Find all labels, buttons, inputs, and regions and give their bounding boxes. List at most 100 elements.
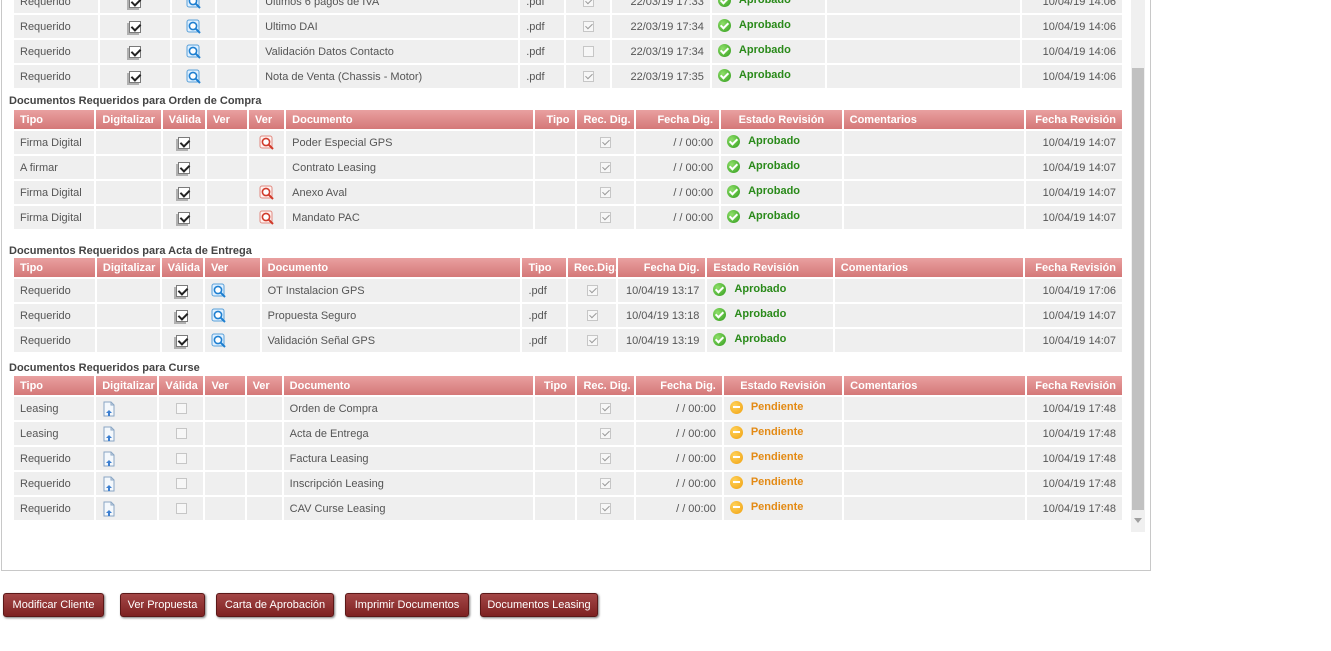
valid-checkbox[interactable] (129, 20, 142, 33)
cell-valida[interactable] (99, 15, 171, 38)
column-header[interactable]: Estado Revisión (721, 110, 842, 129)
column-header[interactable]: Fecha Revisión (1024, 258, 1122, 277)
documentos-leasing-button[interactable]: Documentos Leasing (480, 593, 598, 617)
column-header[interactable]: Comentarios (844, 376, 1025, 395)
valid-checkbox[interactable] (175, 478, 187, 490)
imprimir-documentos-button[interactable]: Imprimir Documentos (345, 593, 469, 617)
valid-checkbox[interactable] (177, 136, 190, 149)
valid-checkbox[interactable] (129, 0, 142, 8)
cell-ver-2[interactable] (249, 181, 285, 204)
column-header[interactable]: Tipo (14, 110, 95, 129)
cell-tipo: Leasing (14, 422, 95, 445)
upload-document-icon[interactable] (102, 451, 116, 466)
vertical-scrollbar[interactable] (1131, 0, 1145, 532)
cell-digitalizar[interactable] (96, 447, 158, 470)
carta-aprobacion-button[interactable]: Carta de Aprobación (216, 593, 334, 617)
cell-valida[interactable] (162, 156, 205, 179)
column-header[interactable]: Tipo (522, 258, 566, 277)
modificar-cliente-button[interactable]: Modificar Cliente (3, 593, 104, 617)
column-header[interactable]: Digitalizar (96, 258, 160, 277)
cell-comentarios (844, 472, 1025, 495)
cell-valida[interactable] (159, 472, 204, 495)
column-header[interactable]: Ver (246, 376, 282, 395)
valid-checkbox[interactable] (177, 211, 190, 224)
column-header[interactable]: Fecha Dig. (618, 258, 706, 277)
column-header[interactable]: Tipo (535, 110, 576, 129)
cell-ver[interactable] (205, 304, 260, 327)
cell-digitalizar[interactable] (96, 497, 158, 520)
valid-checkbox[interactable] (175, 503, 187, 515)
valid-checkbox[interactable] (129, 70, 142, 83)
column-header[interactable]: Fecha Dig. (635, 110, 720, 129)
cell-valida[interactable] (99, 40, 171, 63)
cell-valida[interactable] (161, 304, 204, 327)
cell-fecha-dig: / / 00:00 (635, 497, 722, 520)
column-header[interactable]: Comentarios (843, 110, 1025, 129)
column-header[interactable]: Ver (206, 110, 247, 129)
column-header[interactable]: Documento (261, 258, 521, 277)
upload-document-icon[interactable] (102, 501, 116, 516)
cell-valida[interactable] (159, 497, 204, 520)
scrollbar-thumb[interactable] (1132, 68, 1144, 510)
upload-document-icon[interactable] (102, 426, 116, 441)
upload-document-icon[interactable] (102, 476, 116, 491)
cell-ver[interactable] (172, 15, 216, 38)
column-header[interactable]: Fecha Revisión (1026, 110, 1122, 129)
valid-checkbox[interactable] (177, 186, 190, 199)
cell-ver[interactable] (172, 0, 216, 13)
cell-valida[interactable] (161, 279, 204, 302)
column-header[interactable]: Documento (286, 110, 534, 129)
column-header[interactable]: Digitalizar (96, 110, 161, 129)
upload-document-icon[interactable] (102, 401, 116, 416)
cell-valida[interactable] (99, 65, 171, 88)
column-header[interactable]: Digitalizar (96, 376, 158, 395)
valid-checkbox[interactable] (175, 403, 187, 415)
valid-checkbox[interactable] (177, 161, 190, 174)
valid-checkbox[interactable] (176, 309, 189, 322)
column-header[interactable]: Documento (283, 376, 534, 395)
scroll-down-arrow-icon[interactable] (1134, 518, 1142, 523)
cell-valida[interactable] (99, 0, 171, 13)
column-header[interactable]: Tipo (535, 376, 576, 395)
column-header[interactable]: Estado Revisión (707, 258, 833, 277)
cell-digitalizar[interactable] (96, 397, 158, 420)
cell-valida[interactable] (159, 447, 204, 470)
cell-valida[interactable] (162, 206, 205, 229)
column-header[interactable]: Válida (162, 110, 205, 129)
cell-ver[interactable] (172, 40, 216, 63)
column-header[interactable]: Tipo (14, 258, 95, 277)
table-row: Requerido Factura Leasing / / 00:00 Pendien… (14, 447, 1122, 470)
column-header[interactable]: Estado Revisión (723, 376, 843, 395)
cell-valida[interactable] (159, 422, 204, 445)
column-header[interactable]: Comentarios (834, 258, 1023, 277)
column-header[interactable]: Rec. Dig. (577, 376, 634, 395)
column-header[interactable]: Ver (205, 258, 260, 277)
column-header[interactable]: Rec.Dig. (567, 258, 617, 277)
column-header[interactable]: Ver (205, 376, 245, 395)
column-header[interactable]: Fecha Dig. (635, 376, 722, 395)
cell-ver[interactable] (172, 65, 216, 88)
cell-ver-2[interactable] (249, 131, 285, 154)
valid-checkbox[interactable] (175, 428, 187, 440)
column-header[interactable]: Rec. Dig. (577, 110, 634, 129)
cell-valida[interactable] (162, 131, 205, 154)
cell-ver[interactable] (205, 329, 260, 352)
valid-checkbox[interactable] (129, 45, 142, 58)
ver-propuesta-button[interactable]: Ver Propuesta (120, 593, 205, 617)
cell-ver[interactable] (205, 279, 260, 302)
documents-scroll-area[interactable]: Requerido Ultimos 6 pagos de IVA .pdf 22/03… (7, 0, 1130, 536)
cell-digitalizar[interactable] (96, 422, 158, 445)
column-header[interactable]: Fecha Revisión (1026, 376, 1122, 395)
valid-checkbox[interactable] (175, 453, 187, 465)
cell-ver-2[interactable] (249, 206, 285, 229)
cell-digitalizar[interactable] (96, 472, 158, 495)
cell-valida[interactable] (161, 329, 204, 352)
column-header[interactable]: Ver (249, 110, 285, 129)
column-header[interactable]: Válida (161, 258, 204, 277)
column-header[interactable]: Válida (159, 376, 204, 395)
valid-checkbox[interactable] (176, 284, 189, 297)
cell-valida[interactable] (162, 181, 205, 204)
column-header[interactable]: Tipo (14, 376, 95, 395)
cell-valida[interactable] (159, 397, 204, 420)
valid-checkbox[interactable] (176, 334, 189, 347)
